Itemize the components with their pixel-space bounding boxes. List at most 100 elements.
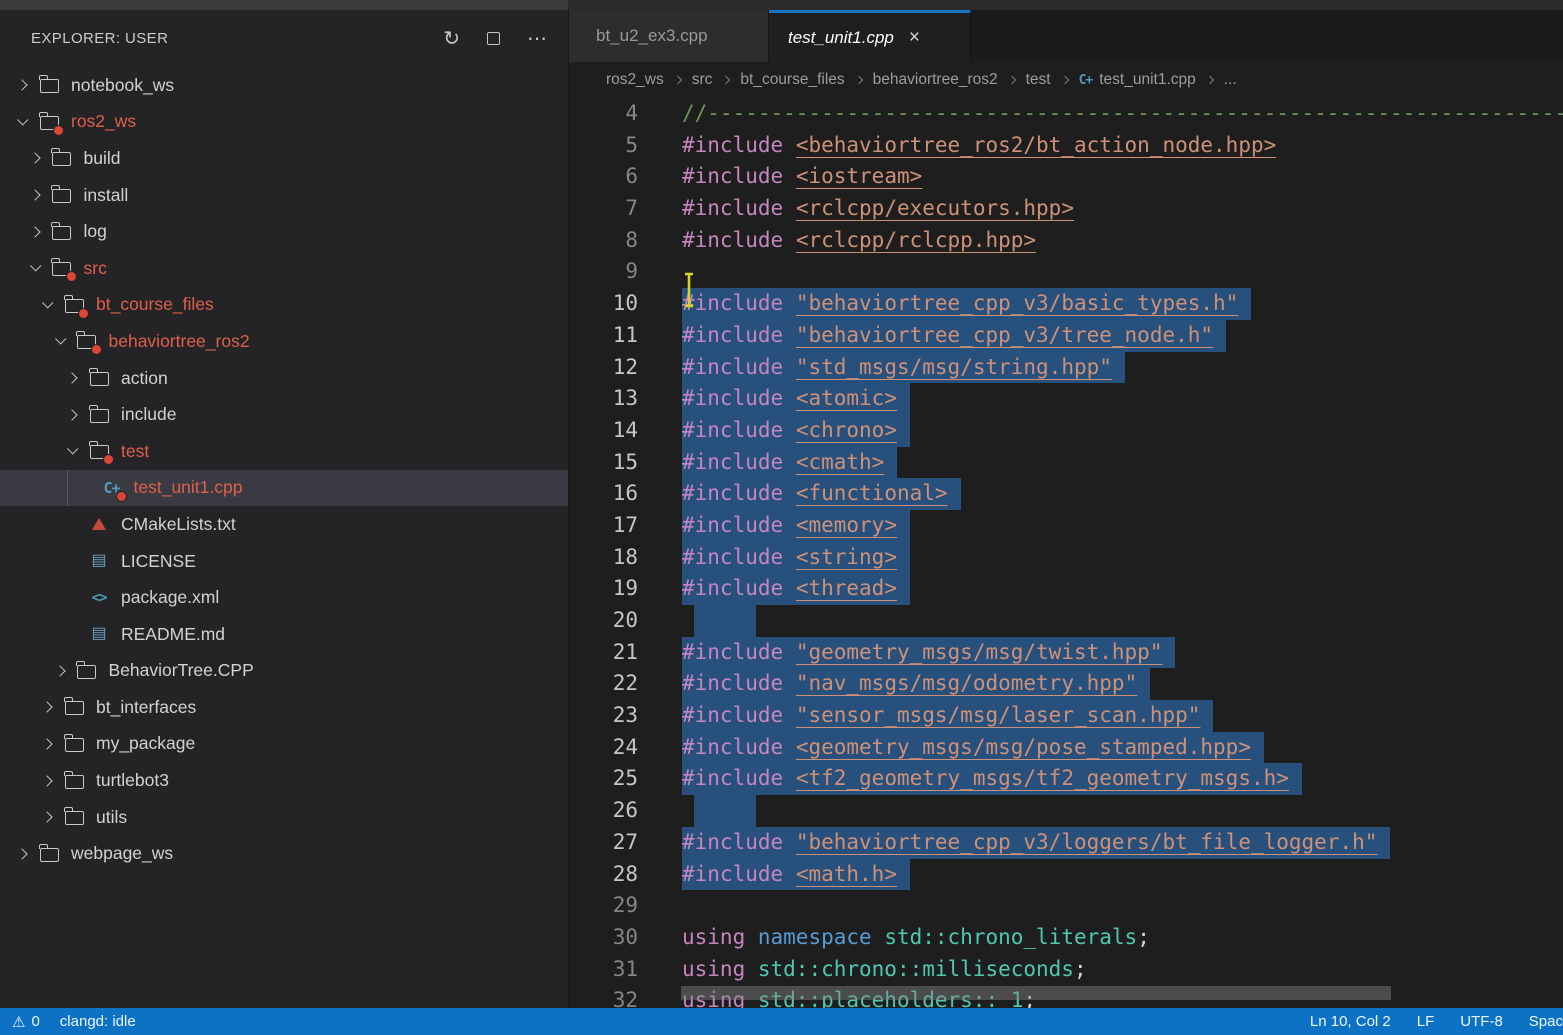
code-line-31[interactable]: 31using std::chrono::milliseconds; bbox=[569, 954, 1563, 986]
code-line-23[interactable]: 23#include "sensor_msgs/msg/laser_scan.h… bbox=[569, 700, 1563, 732]
line-number: 14 bbox=[569, 415, 638, 447]
tree-item-bt_interfaces[interactable]: bt_interfaces bbox=[0, 689, 568, 726]
chevron-right-icon[interactable] bbox=[10, 842, 34, 866]
tree-item-label: my_package bbox=[96, 733, 195, 754]
tree-item-my_package[interactable]: my_package bbox=[0, 726, 568, 763]
status-clangd-status[interactable]: clangd: idle bbox=[60, 1013, 136, 1030]
chevron-down-icon[interactable] bbox=[48, 329, 72, 353]
code-editor[interactable]: 4//-------------------------------------… bbox=[569, 98, 1563, 1008]
tree-item-LICENSE[interactable]: ▤LICENSE bbox=[0, 543, 568, 580]
refresh-icon[interactable]: ↻ bbox=[443, 29, 460, 49]
tree-item-utils[interactable]: utils bbox=[0, 799, 568, 836]
code-line-22[interactable]: 22#include "nav_msgs/msg/odometry.hpp" bbox=[569, 668, 1563, 700]
explorer-sidebar: EXPLORER: USER ↻ ⋯ notebook_wsros2_wsbui… bbox=[0, 10, 568, 1008]
breadcrumb-item-behaviortree_ros2[interactable]: behaviortree_ros2 bbox=[873, 71, 998, 89]
breadcrumb-item-bt_course_files[interactable]: bt_course_files bbox=[740, 71, 844, 89]
status-eol-sequence[interactable]: LF bbox=[1417, 1013, 1435, 1030]
chevron-right-icon[interactable] bbox=[23, 220, 47, 244]
code-line-24[interactable]: 24#include <geometry_msgs/msg/pose_stamp… bbox=[569, 732, 1563, 764]
chevron-right-icon[interactable] bbox=[23, 183, 47, 207]
tree-item-label: include bbox=[121, 404, 176, 425]
code-line-29[interactable]: 29 bbox=[569, 890, 1563, 922]
tab-bt_u2_ex3.cpp[interactable]: bt_u2_ex3.cpp bbox=[569, 10, 769, 62]
tree-item-package.xml[interactable]: <>package.xml bbox=[0, 579, 568, 616]
chevron-right-icon[interactable] bbox=[35, 769, 59, 793]
status-encoding[interactable]: UTF-8 bbox=[1460, 1013, 1503, 1030]
tree-item-label: log bbox=[84, 221, 107, 242]
horizontal-scrollbar[interactable] bbox=[681, 986, 1391, 1000]
tree-item-bt_course_files[interactable]: bt_course_files bbox=[0, 287, 568, 324]
line-text: #include "std_msgs/msg/string.hpp" bbox=[638, 352, 1125, 384]
code-line-8[interactable]: 8#include <rclcpp/rclcpp.hpp> bbox=[569, 225, 1563, 257]
status-indentation[interactable]: Spac bbox=[1529, 1013, 1563, 1030]
code-line-7[interactable]: 7#include <rclcpp/executors.hpp> bbox=[569, 193, 1563, 225]
line-text: #include <rclcpp/rclcpp.hpp> bbox=[638, 225, 1036, 257]
chevron-down-icon[interactable] bbox=[60, 439, 84, 463]
tree-item-webpage_ws[interactable]: webpage_ws bbox=[0, 835, 568, 872]
tree-item-test[interactable]: test bbox=[0, 433, 568, 470]
chevron-right-icon[interactable] bbox=[10, 73, 34, 97]
chevron-right-icon[interactable] bbox=[35, 732, 59, 756]
code-line-30[interactable]: 30using namespace std::chrono_literals; bbox=[569, 922, 1563, 954]
more-actions-icon[interactable]: ⋯ bbox=[527, 29, 548, 49]
chevron-down-icon[interactable] bbox=[23, 256, 47, 280]
code-line-6[interactable]: 6#include <iostream> bbox=[569, 161, 1563, 193]
chevron-right-icon[interactable] bbox=[23, 146, 47, 170]
code-line-15[interactable]: 15#include <cmath> bbox=[569, 447, 1563, 479]
code-line-11[interactable]: 11#include "behaviortree_cpp_v3/tree_nod… bbox=[569, 320, 1563, 352]
collapse-folders-icon[interactable] bbox=[487, 32, 500, 45]
folder-icon bbox=[84, 403, 114, 427]
line-text: using namespace std::chrono_literals; bbox=[638, 922, 1150, 954]
chevron-right-icon[interactable] bbox=[60, 366, 84, 390]
code-line-14[interactable]: 14#include <chrono> bbox=[569, 415, 1563, 447]
code-line-5[interactable]: 5#include <behaviortree_ros2/bt_action_n… bbox=[569, 130, 1563, 162]
code-line-28[interactable]: 28#include <math.h> bbox=[569, 859, 1563, 891]
code-line-18[interactable]: 18#include <string> bbox=[569, 542, 1563, 574]
line-number: 16 bbox=[569, 478, 638, 510]
code-line-19[interactable]: 19#include <thread> bbox=[569, 573, 1563, 605]
code-line-20[interactable]: 20 bbox=[569, 605, 1563, 637]
chevron-down-icon[interactable] bbox=[35, 293, 59, 317]
breadcrumb-item-...[interactable]: ... bbox=[1224, 71, 1237, 89]
tree-item-turtlebot3[interactable]: turtlebot3 bbox=[0, 762, 568, 799]
tree-item-CMakeLists.txt[interactable]: CMakeLists.txt bbox=[0, 506, 568, 543]
code-line-26[interactable]: 26 bbox=[569, 795, 1563, 827]
chevron-right-icon[interactable] bbox=[35, 695, 59, 719]
line-number: 25 bbox=[569, 763, 638, 795]
tree-item-test_unit1.cpp[interactable]: C+test_unit1.cpp bbox=[0, 470, 568, 507]
code-line-21[interactable]: 21#include "geometry_msgs/msg/twist.hpp" bbox=[569, 637, 1563, 669]
close-icon[interactable]: × bbox=[909, 28, 920, 47]
status-problems[interactable]: ⚠0 bbox=[12, 1013, 40, 1031]
tree-item-behaviortree_ros2[interactable]: behaviortree_ros2 bbox=[0, 323, 568, 360]
tree-item-install[interactable]: install bbox=[0, 177, 568, 214]
tree-item-src[interactable]: src bbox=[0, 250, 568, 287]
chevron-right-icon[interactable] bbox=[35, 805, 59, 829]
breadcrumb-item-src[interactable]: src bbox=[692, 71, 713, 89]
chevron-down-icon[interactable] bbox=[10, 110, 34, 134]
tree-item-action[interactable]: action bbox=[0, 360, 568, 397]
code-line-10[interactable]: 10#include "behaviortree_cpp_v3/basic_ty… bbox=[569, 288, 1563, 320]
code-line-16[interactable]: 16#include <functional> bbox=[569, 478, 1563, 510]
breadcrumb-item-ros2_ws[interactable]: ros2_ws bbox=[606, 71, 664, 89]
chevron-right-icon[interactable] bbox=[48, 659, 72, 683]
tree-item-log[interactable]: log bbox=[0, 213, 568, 250]
code-line-12[interactable]: 12#include "std_msgs/msg/string.hpp" bbox=[569, 352, 1563, 384]
tab-test_unit1.cpp[interactable]: test_unit1.cpp× bbox=[769, 10, 971, 62]
breadcrumb-item-test_unit1.cpp[interactable]: test_unit1.cpp bbox=[1099, 71, 1196, 89]
code-line-27[interactable]: 27#include "behaviortree_cpp_v3/loggers/… bbox=[569, 827, 1563, 859]
code-line-4[interactable]: 4//-------------------------------------… bbox=[569, 98, 1563, 130]
breadcrumb-item-test[interactable]: test bbox=[1026, 71, 1051, 89]
tree-item-BehaviorTree.CPP[interactable]: BehaviorTree.CPP bbox=[0, 653, 568, 690]
tree-item-ros2_ws[interactable]: ros2_ws bbox=[0, 104, 568, 141]
status-cursor-position[interactable]: Ln 10, Col 2 bbox=[1310, 1013, 1391, 1030]
folder-icon bbox=[47, 183, 77, 207]
code-line-25[interactable]: 25#include <tf2_geometry_msgs/tf2_geomet… bbox=[569, 763, 1563, 795]
code-line-9[interactable]: 9 bbox=[569, 256, 1563, 288]
chevron-right-icon[interactable] bbox=[60, 403, 84, 427]
tree-item-include[interactable]: include bbox=[0, 396, 568, 433]
tree-item-README.md[interactable]: ▤README.md bbox=[0, 616, 568, 653]
code-line-17[interactable]: 17#include <memory> bbox=[569, 510, 1563, 542]
tree-item-notebook_ws[interactable]: notebook_ws bbox=[0, 67, 568, 104]
code-line-13[interactable]: 13#include <atomic> bbox=[569, 383, 1563, 415]
tree-item-build[interactable]: build bbox=[0, 140, 568, 177]
